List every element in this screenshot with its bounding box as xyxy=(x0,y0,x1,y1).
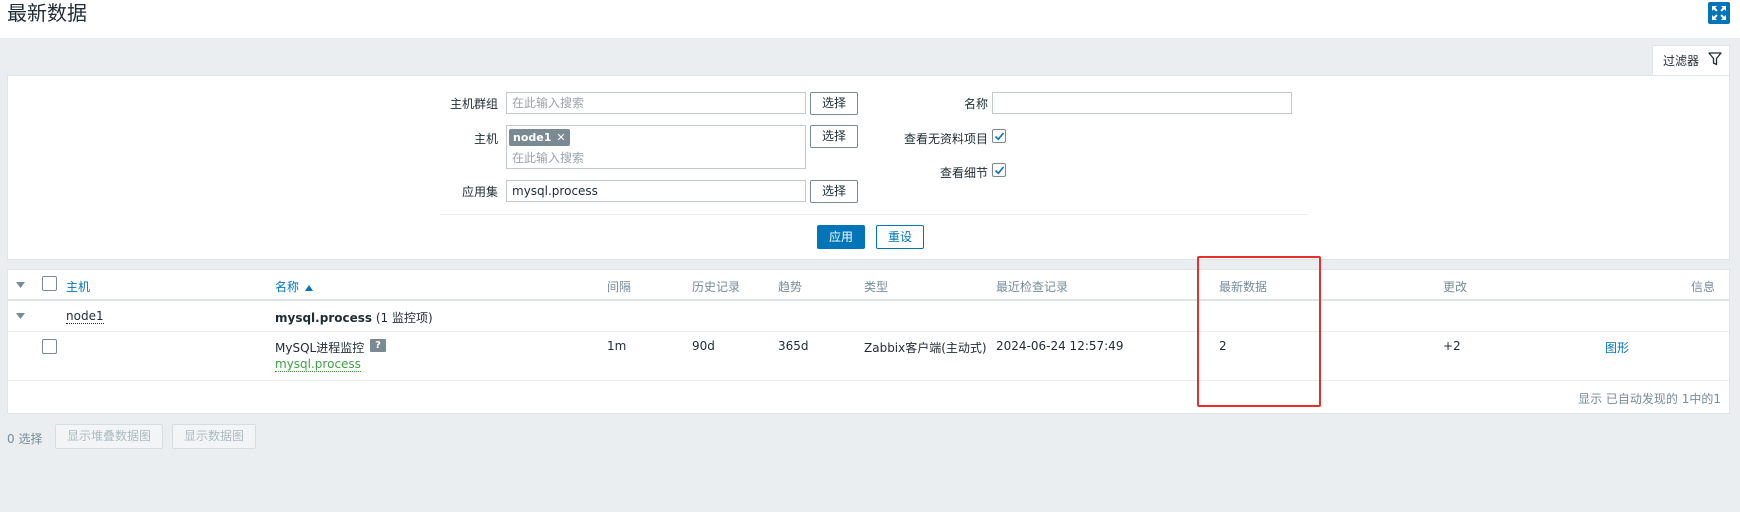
group-host-link[interactable]: node1 xyxy=(66,309,104,324)
host-search-placeholder[interactable]: 在此输入搜索 xyxy=(512,149,584,166)
reset-button[interactable]: 重设 xyxy=(876,225,924,249)
column-trends: 趋势 xyxy=(778,280,803,294)
application-select-button[interactable]: 选择 xyxy=(810,180,858,203)
group-application: mysql.process (1 监控项) xyxy=(275,309,433,326)
row-divider xyxy=(8,380,1729,381)
show-without-data-label: 查看无资料项目 xyxy=(903,132,988,146)
selected-count: 0 选择 xyxy=(7,432,43,446)
apply-button[interactable]: 应用 xyxy=(817,225,865,249)
page-title: 最新数据 xyxy=(7,1,87,25)
column-last-check: 最近检查记录 xyxy=(996,280,1069,294)
row-checkbox[interactable] xyxy=(42,339,57,354)
group-item-count: (1 监控项) xyxy=(375,311,433,325)
filter-icon xyxy=(1708,52,1722,66)
column-type: 类型 xyxy=(864,280,889,294)
show-details-label: 查看细节 xyxy=(939,166,988,180)
column-name-label: 名称 xyxy=(275,280,300,294)
host-group-label: 主机群组 xyxy=(449,97,498,111)
sort-asc-icon xyxy=(304,285,313,291)
item-last-check: 2024-06-24 12:57:49 xyxy=(996,339,1124,353)
host-group-select-button[interactable]: 选择 xyxy=(810,92,858,115)
row-divider xyxy=(8,331,1729,332)
filter-panel: 主机群组 选择 主机 node1✕ 在此输入搜索 选择 应用集 选择 名称 查看… xyxy=(7,75,1730,260)
show-graph-button[interactable]: 显示数据图 xyxy=(172,424,256,449)
fullscreen-icon xyxy=(1712,6,1726,20)
checkmark-icon xyxy=(994,166,1005,175)
page-header: 最新数据 xyxy=(0,0,1740,38)
item-trends: 365d xyxy=(778,339,809,353)
item-type: Zabbix客户端(主动式) xyxy=(864,341,987,355)
column-info: 信息 xyxy=(1691,280,1716,294)
host-group-input[interactable] xyxy=(506,92,806,114)
column-history: 历史记录 xyxy=(692,280,741,294)
show-stacked-graph-button[interactable]: 显示堆叠数据图 xyxy=(55,424,163,449)
column-host[interactable]: 主机 xyxy=(66,278,90,295)
column-name[interactable]: 名称 xyxy=(275,278,313,295)
application-label: 应用集 xyxy=(461,185,498,199)
header-divider xyxy=(8,299,1729,301)
column-change: 更改 xyxy=(1443,280,1468,294)
show-details-checkbox[interactable] xyxy=(992,163,1006,177)
show-without-data-checkbox[interactable] xyxy=(992,129,1006,143)
item-change: +2 xyxy=(1443,339,1461,353)
highlight-box xyxy=(1197,256,1321,407)
filter-divider xyxy=(440,214,1308,215)
item-interval: 1m xyxy=(607,339,627,353)
latest-data-table: 主机 名称 间隔 历史记录 趋势 类型 最近检查记录 最新数据 更改 信息 no… xyxy=(7,269,1730,414)
name-input[interactable] xyxy=(992,92,1292,114)
host-tag[interactable]: node1 ✕ xyxy=(509,129,570,146)
name-label: 名称 xyxy=(963,97,988,111)
graph-link[interactable]: 图形 xyxy=(1605,339,1629,356)
item-application-link[interactable]: mysql.process xyxy=(275,357,361,372)
fullscreen-button[interactable] xyxy=(1708,2,1730,24)
filter-tab-label: 过滤器 xyxy=(1663,54,1700,68)
host-tag-label: node1 xyxy=(513,131,552,144)
host-multiselect[interactable]: node1 ✕ 在此输入搜索 xyxy=(506,125,806,169)
column-interval: 间隔 xyxy=(607,280,632,294)
item-history: 90d xyxy=(692,339,715,353)
collapse-all-icon[interactable] xyxy=(16,282,25,289)
application-input[interactable] xyxy=(506,180,806,202)
remove-tag-icon[interactable]: ✕ xyxy=(556,131,565,144)
table-summary: 显示 已自动发现的 1中的1 xyxy=(1578,392,1721,406)
filter-tab[interactable]: 过滤器 xyxy=(1652,45,1730,75)
select-all-checkbox[interactable] xyxy=(42,276,57,291)
collapse-group-icon[interactable] xyxy=(16,313,25,320)
item-name: MySQL进程监控 xyxy=(275,341,365,355)
group-application-name: mysql.process xyxy=(275,311,373,325)
host-label: 主机 xyxy=(473,132,498,146)
checkmark-icon xyxy=(994,132,1005,141)
help-icon[interactable]: ? xyxy=(370,339,386,352)
